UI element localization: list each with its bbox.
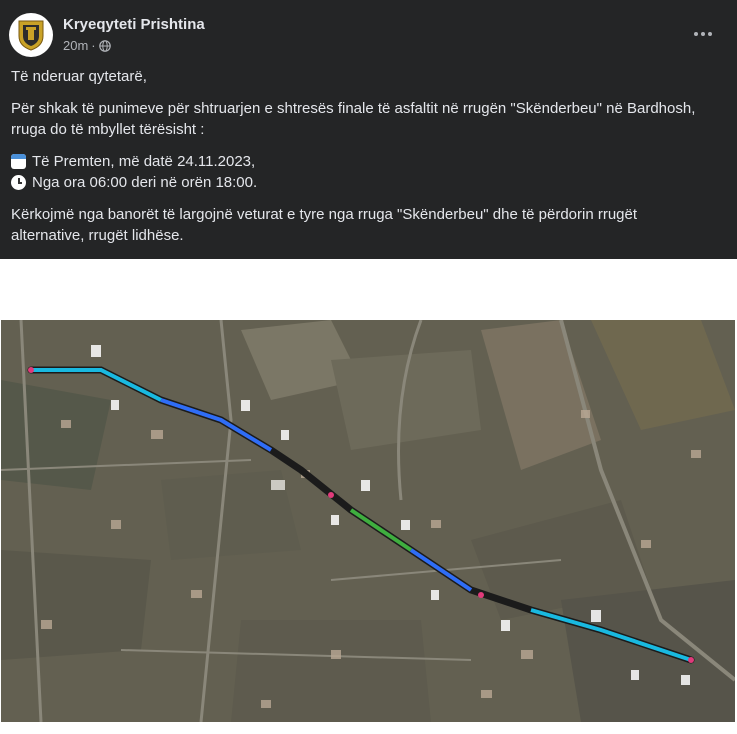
date-text: Të Premten, më datë 24.11.2023, [32, 153, 256, 170]
more-horizontal-icon [694, 32, 712, 36]
post-text: Të nderuar qytetarë, Për shkak të punime… [11, 66, 711, 257]
post-image-map[interactable] [1, 320, 735, 722]
clock-icon [11, 175, 26, 190]
globe-icon [98, 39, 111, 52]
post-greeting: Të nderuar qytetarë, [11, 68, 147, 85]
time-line: Nga ora 06:00 deri në orën 18:00. [11, 172, 711, 193]
more-options-button[interactable] [691, 22, 715, 46]
post-paragraph-closure: Për shkak të punimeve për shtruarjen e s… [11, 100, 696, 138]
date-line: Të Premten, më datë 24.11.2023, [11, 151, 711, 172]
post-meta: 20m · [63, 38, 111, 53]
meta-separator: · [91, 38, 96, 53]
facebook-post: Kryeqyteti Prishtina 20m · Të nderuar qy… [0, 0, 737, 259]
calendar-icon [11, 154, 26, 169]
post-time[interactable]: 20m [63, 38, 88, 53]
page-name[interactable]: Kryeqyteti Prishtina [63, 16, 205, 33]
post-paragraph-request: Kërkojmë nga banorët të largojnë veturat… [11, 206, 638, 244]
time-text: Nga ora 06:00 deri në orën 18:00. [32, 174, 258, 191]
page-avatar[interactable] [9, 13, 53, 57]
city-crest-icon [18, 20, 44, 51]
